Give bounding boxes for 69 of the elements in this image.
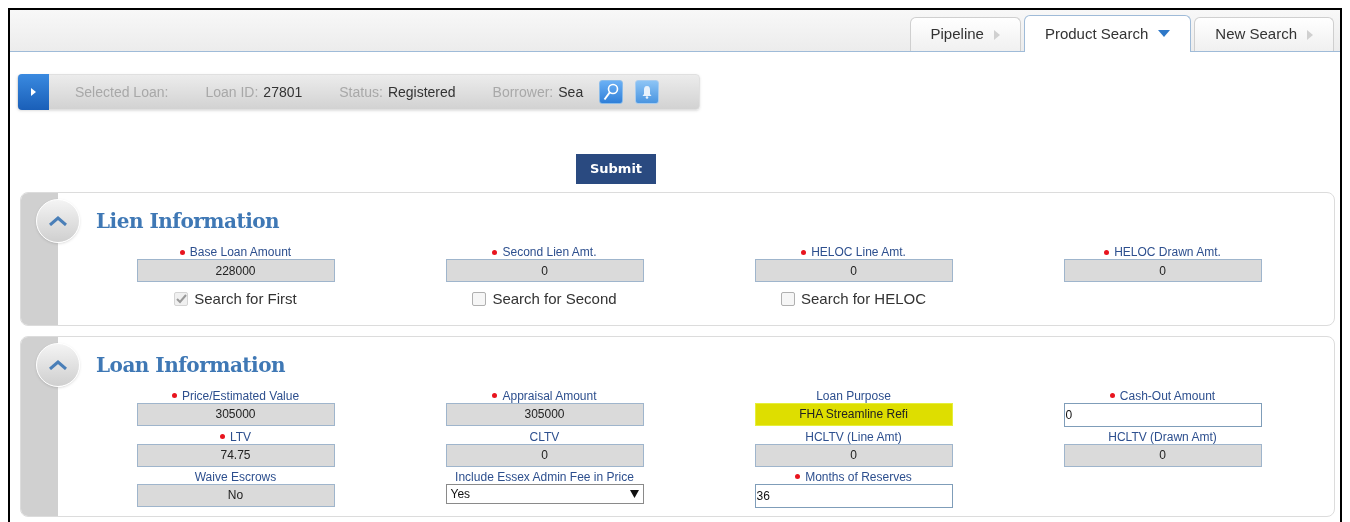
field-label: Cash-Out Amount [1119,387,1216,405]
bell-icon [641,85,654,99]
caret-down-icon [629,489,639,498]
section-title: Loan Information [96,351,286,379]
input-field[interactable]: 36 [754,483,953,508]
readonly-field[interactable]: 0 [445,443,644,467]
field-label: Second Lien Amt. [502,244,597,261]
info-label: Borrower: [492,82,554,102]
required-dot-icon [179,249,185,255]
field-label: Waive Escrows [194,468,277,486]
search-icon [603,83,620,101]
info-label: Status: [339,82,383,102]
required-dot-icon [219,434,225,439]
required-dot-icon [1104,249,1110,255]
readonly-field[interactable]: No [136,483,335,507]
checkbox-label: Search for Second [492,289,617,309]
notification-button[interactable] [635,80,660,104]
checkbox-label: Search for First [194,289,297,309]
chevron-up-icon [49,359,67,370]
required-dot-icon [795,474,801,479]
readonly-field[interactable]: 0 [1063,259,1262,282]
caret-right-icon [31,88,36,96]
caret-right-icon [1307,29,1313,40]
field-label: HCLTV (Drawn Amt) [1108,428,1217,446]
tab[interactable]: New Search [1194,17,1334,51]
readonly-field[interactable]: 0 [1063,443,1262,467]
info-label: Loan ID: [205,82,259,102]
checkbox[interactable] [780,292,795,307]
field-label: HCLTV (Line Amt) [805,428,902,446]
expand-button[interactable] [18,74,49,110]
readonly-field[interactable]: 74.75 [136,443,335,467]
required-dot-icon [171,393,177,398]
required-dot-icon [492,393,498,398]
caret-down-icon [1158,30,1171,38]
field-label: Appraisal Amount [502,387,597,405]
chevron-up-icon [49,216,67,226]
tab[interactable]: Pipeline [909,17,1021,51]
field-label: CLTV [529,428,560,446]
required-dot-icon [801,249,807,255]
submit-button[interactable]: Submit [575,154,657,184]
dropdown[interactable]: Yes [445,483,644,504]
required-dot-icon [1109,393,1115,398]
readonly-field[interactable]: FHA Streamline Refi [754,402,953,426]
input-field[interactable]: 0 [1063,402,1262,427]
field-label: Include Essex Admin Fee in Price [455,468,634,486]
checkbox[interactable] [472,292,487,307]
section-title: Lien Information [96,208,280,235]
readonly-field[interactable]: 305000 [136,402,335,426]
field-label: Price/Estimated Value [181,387,300,405]
field-label: HELOC Drawn Amt. [1114,244,1221,261]
readonly-field[interactable]: 0 [445,259,644,282]
tab[interactable]: Product Search [1023,15,1192,52]
readonly-field[interactable]: 228000 [136,259,335,282]
caret-right-icon [993,29,1000,40]
field-label: Months of Reserves [805,468,912,486]
info-value: 27801 [263,82,303,102]
field-label: Loan Purpose [816,387,891,405]
info-label: Selected Loan: [75,82,169,102]
checkbox-label: Search for HELOC [800,289,926,309]
readonly-field[interactable]: 0 [754,259,953,282]
readonly-field[interactable]: 305000 [445,402,644,426]
info-value: Registered [387,82,456,102]
readonly-field[interactable]: 0 [754,443,953,467]
required-dot-icon [492,249,498,255]
field-label: LTV [229,428,252,446]
info-value: Sea [558,82,584,102]
field-label: HELOC Line Amt. [811,244,906,261]
search-button[interactable] [599,80,624,104]
field-label: Base Loan Amount [189,244,292,261]
